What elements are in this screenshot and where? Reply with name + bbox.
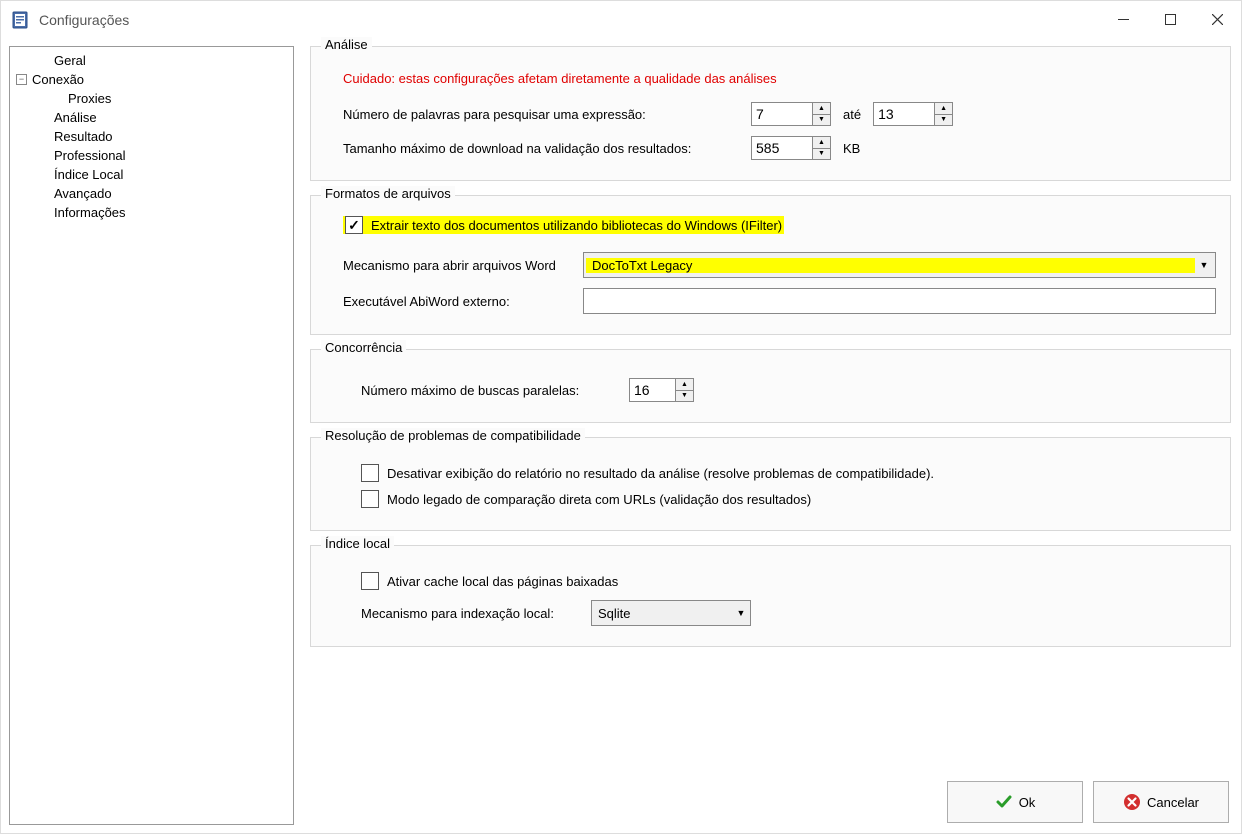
- maxsearch-label: Número máximo de buscas paralelas:: [361, 383, 621, 398]
- warning-text: Cuidado: estas configurações afetam dire…: [343, 71, 1216, 86]
- maxdl-spinner[interactable]: ▲▼: [751, 136, 831, 160]
- disable-report-checkbox[interactable]: [361, 464, 379, 482]
- check-icon: [995, 793, 1013, 811]
- chevron-down-icon[interactable]: ▼: [1195, 253, 1213, 277]
- indexmech-value: Sqlite: [592, 606, 732, 621]
- legacy-compare-label: Modo legado de comparação direta com URL…: [387, 492, 811, 507]
- content-panel: Análise Cuidado: estas configurações afe…: [310, 46, 1233, 825]
- tree-item-resultado[interactable]: Resultado: [12, 127, 291, 146]
- group-compat: Resolução de problemas de compatibilidad…: [310, 437, 1231, 531]
- words-label: Número de palavras para pesquisar uma ex…: [343, 107, 743, 122]
- wordmech-label: Mecanismo para abrir arquivos Word: [343, 258, 573, 273]
- dialog-body: Geral −Conexão Proxies Análise Resultado…: [1, 38, 1241, 833]
- disable-report-label: Desativar exibição do relatório no resul…: [387, 466, 934, 481]
- ifilter-checkbox[interactable]: [345, 216, 363, 234]
- spinner-down-icon[interactable]: ▼: [813, 149, 830, 160]
- group-analise: Análise Cuidado: estas configurações afe…: [310, 46, 1231, 181]
- tree-item-geral[interactable]: Geral: [12, 51, 291, 70]
- kb-label: KB: [843, 141, 860, 156]
- nav-tree: Geral −Conexão Proxies Análise Resultado…: [9, 46, 294, 825]
- tree-item-informacoes[interactable]: Informações: [12, 203, 291, 222]
- group-title-formatos: Formatos de arquivos: [321, 186, 455, 201]
- app-icon: [11, 11, 29, 29]
- group-title-indice: Índice local: [321, 536, 394, 551]
- group-title-concorrencia: Concorrência: [321, 340, 406, 355]
- tree-item-conexao[interactable]: −Conexão: [12, 70, 291, 89]
- indexmech-combo[interactable]: Sqlite ▼: [591, 600, 751, 626]
- tree-item-avancado[interactable]: Avançado: [12, 184, 291, 203]
- minimize-button[interactable]: [1100, 5, 1147, 35]
- spinner-down-icon[interactable]: ▼: [813, 115, 830, 126]
- maximize-button[interactable]: [1147, 5, 1194, 35]
- settings-window: Configurações Geral −Conexão Proxies Aná…: [0, 0, 1242, 834]
- wordmech-value: DocToTxt Legacy: [586, 258, 1195, 273]
- cancel-button[interactable]: Cancelar: [1093, 781, 1229, 823]
- tree-item-analise[interactable]: Análise: [12, 108, 291, 127]
- maxsearch-spinner[interactable]: ▲▼: [629, 378, 694, 402]
- close-button[interactable]: [1194, 5, 1241, 35]
- maxdl-input[interactable]: [752, 137, 812, 159]
- spinner-down-icon[interactable]: ▼: [935, 115, 952, 126]
- tree-item-proxies[interactable]: Proxies: [12, 89, 291, 108]
- group-concorrencia: Concorrência Número máximo de buscas par…: [310, 349, 1231, 423]
- window-controls: [1100, 5, 1241, 35]
- spinner-up-icon[interactable]: ▲: [813, 103, 830, 115]
- indexmech-label: Mecanismo para indexação local:: [361, 606, 581, 621]
- local-cache-label: Ativar cache local das páginas baixadas: [387, 574, 618, 589]
- collapse-icon[interactable]: −: [16, 74, 27, 85]
- group-indice: Índice local Ativar cache local das pági…: [310, 545, 1231, 647]
- until-label: até: [843, 107, 861, 122]
- words-from-input[interactable]: [752, 103, 812, 125]
- abiword-input[interactable]: [583, 288, 1216, 314]
- maxsearch-input[interactable]: [630, 379, 675, 401]
- spinner-up-icon[interactable]: ▲: [813, 137, 830, 149]
- wordmech-combo[interactable]: DocToTxt Legacy ▼: [583, 252, 1216, 278]
- ifilter-label: Extrair texto dos documentos utilizando …: [371, 218, 782, 233]
- spinner-up-icon[interactable]: ▲: [935, 103, 952, 115]
- words-to-spinner[interactable]: ▲▼: [873, 102, 953, 126]
- chevron-down-icon[interactable]: ▼: [732, 601, 750, 625]
- words-to-input[interactable]: [874, 103, 934, 125]
- tree-item-professional[interactable]: Professional: [12, 146, 291, 165]
- group-formatos: Formatos de arquivos Extrair texto dos d…: [310, 195, 1231, 335]
- cancel-icon: [1123, 793, 1141, 811]
- window-title: Configurações: [39, 12, 129, 28]
- maxdl-label: Tamanho máximo de download na validação …: [343, 141, 743, 156]
- group-title-compat: Resolução de problemas de compatibilidad…: [321, 428, 585, 443]
- ok-button[interactable]: Ok: [947, 781, 1083, 823]
- dialog-buttons: Ok Cancelar: [310, 773, 1231, 825]
- titlebar: Configurações: [1, 1, 1241, 38]
- spinner-down-icon[interactable]: ▼: [676, 391, 693, 402]
- legacy-compare-checkbox[interactable]: [361, 490, 379, 508]
- local-cache-checkbox[interactable]: [361, 572, 379, 590]
- group-title-analise: Análise: [321, 37, 372, 52]
- abiword-label: Executável AbiWord externo:: [343, 294, 573, 309]
- words-from-spinner[interactable]: ▲▼: [751, 102, 831, 126]
- tree-item-indice-local[interactable]: Índice Local: [12, 165, 291, 184]
- spinner-up-icon[interactable]: ▲: [676, 379, 693, 391]
